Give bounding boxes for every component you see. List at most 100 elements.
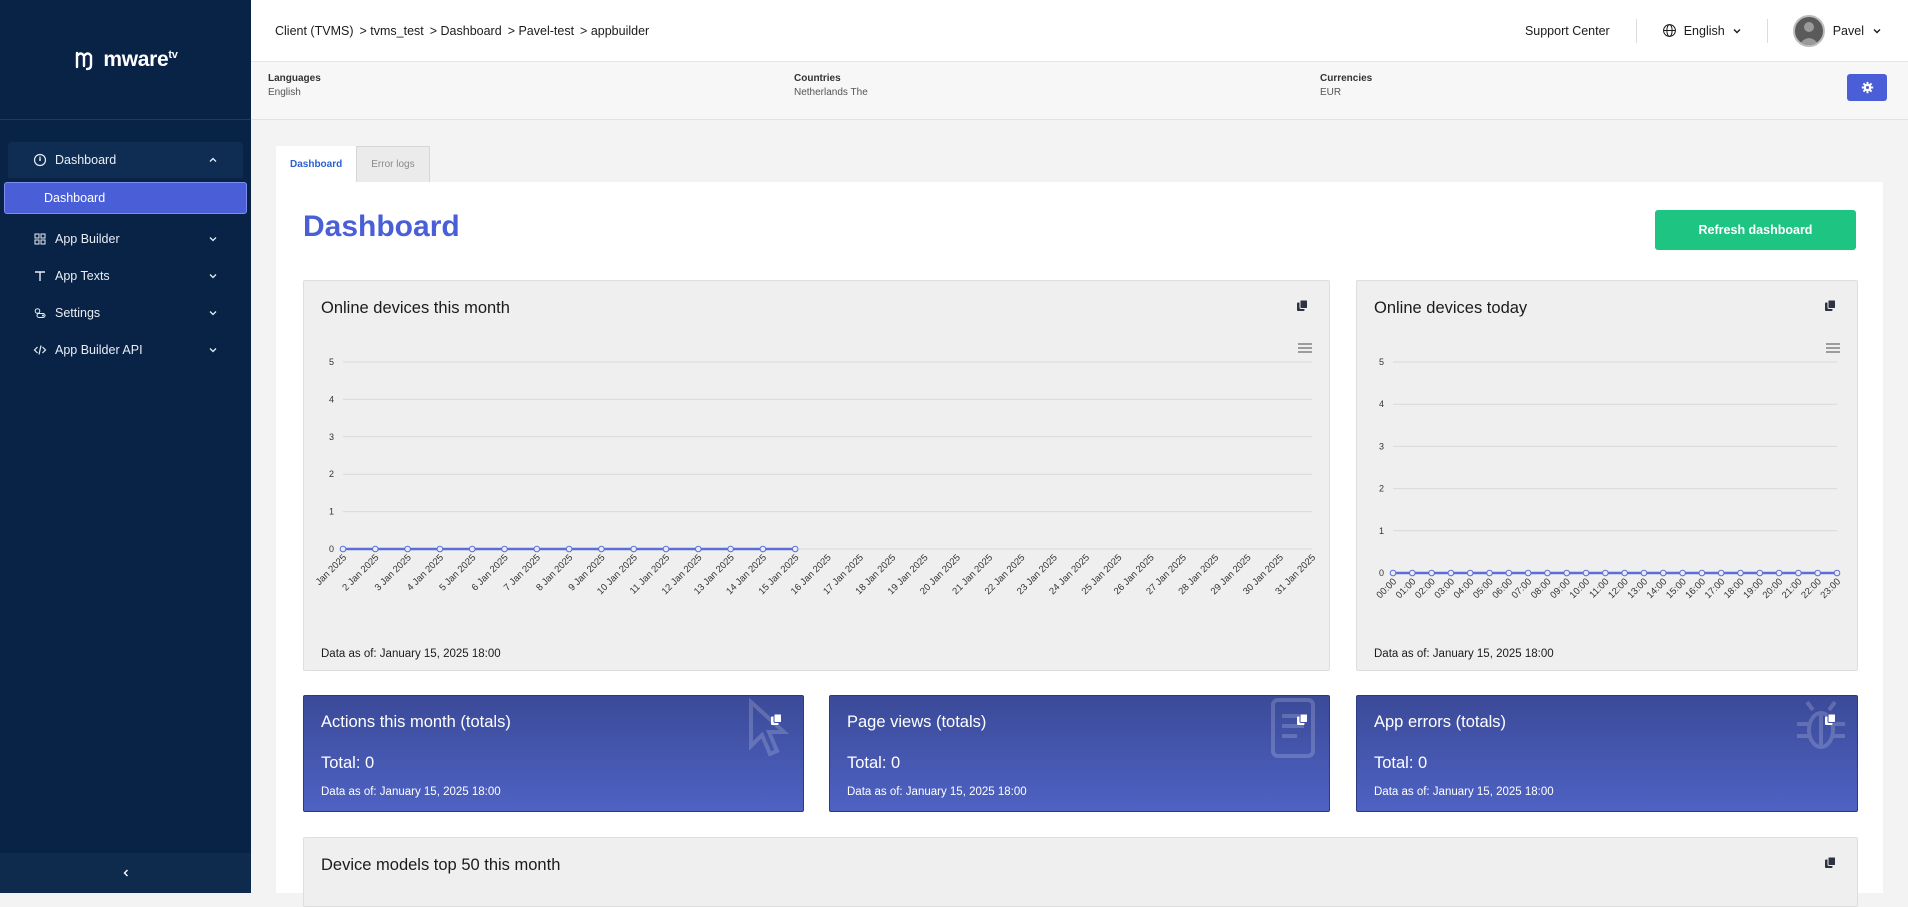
breadcrumb-item[interactable]: > Pavel-test [508, 24, 574, 38]
globe-icon [1662, 24, 1676, 37]
copy-icon[interactable] [1296, 299, 1309, 312]
data-point[interactable] [1466, 569, 1474, 577]
data-point[interactable] [1544, 569, 1551, 577]
data-point[interactable] [598, 545, 605, 553]
sidebar-item-settings[interactable]: Settings [8, 294, 243, 331]
data-point[interactable] [1428, 569, 1435, 577]
data-point[interactable] [1814, 569, 1821, 577]
data-point[interactable] [1505, 569, 1513, 577]
collapse-sidebar-button[interactable] [0, 853, 251, 893]
stat-title: Page views (totals) [847, 713, 987, 731]
y-tick-label: 1 [1379, 526, 1384, 536]
data-point[interactable] [695, 545, 702, 553]
data-point[interactable] [1775, 569, 1783, 577]
x-tick-label: 16:00 [1683, 576, 1708, 601]
copy-icon[interactable] [1824, 299, 1837, 312]
breadcrumb-item[interactable]: Client (TVMS) [275, 24, 353, 38]
sidebar-item-dashboard[interactable]: Dashboard [8, 142, 243, 178]
data-point[interactable] [1833, 569, 1841, 577]
sidebar-item-app-builder-api[interactable]: App Builder API [8, 331, 243, 368]
card-title: Online devices today [1374, 299, 1528, 317]
x-tick-label: 03:00 [1432, 576, 1457, 601]
data-point[interactable] [1447, 569, 1455, 577]
data-point[interactable] [1524, 569, 1532, 577]
divider [1766, 18, 1768, 43]
info-countries: Countries Netherlands The [794, 73, 868, 98]
data-point[interactable] [404, 545, 411, 553]
data-point[interactable] [662, 545, 670, 553]
sidebar-item-label: Dashboard [55, 153, 117, 167]
y-tick-label: 5 [1379, 357, 1384, 367]
data-point[interactable] [1717, 569, 1725, 577]
sidebar-item-app-builder[interactable]: App Builder [8, 220, 243, 257]
stat-title: App errors (totals) [1374, 713, 1507, 731]
stat-total: Total: 0 [1374, 754, 1428, 772]
x-tick-label: 15:00 [1664, 576, 1689, 601]
bug-icon [1797, 700, 1845, 749]
data-point[interactable] [1640, 569, 1648, 577]
copy-icon[interactable] [770, 713, 783, 726]
data-point[interactable] [1698, 569, 1706, 577]
sidebar-subitem-dashboard[interactable]: Dashboard [4, 182, 247, 214]
data-point[interactable] [372, 545, 379, 553]
tab-error-logs[interactable]: Error logs [356, 146, 430, 182]
data-point[interactable] [565, 545, 573, 553]
data-point[interactable] [1679, 569, 1686, 577]
user-menu[interactable]: Pavel [1792, 14, 1882, 47]
data-point[interactable] [533, 545, 541, 553]
breadcrumb-item[interactable]: > tvms_test [359, 24, 423, 38]
x-tick-label: 06:00 [1490, 576, 1515, 601]
tab-dashboard[interactable]: Dashboard [276, 146, 357, 182]
data-point[interactable] [1659, 569, 1667, 577]
data-point[interactable] [759, 545, 767, 553]
data-point[interactable] [1756, 569, 1764, 577]
gear-icon [1861, 81, 1873, 94]
refresh-dashboard-button[interactable]: Refresh dashboard [1655, 210, 1856, 250]
chevron-down-icon [208, 308, 218, 318]
data-point[interactable] [791, 545, 799, 553]
breadcrumb-item[interactable]: > Dashboard [430, 24, 502, 38]
data-point[interactable] [501, 545, 508, 553]
card-title: Device models top 50 this month [321, 856, 561, 874]
data-point[interactable] [1486, 569, 1493, 577]
copy-icon[interactable] [1824, 856, 1837, 869]
x-tick-label: 22:00 [1799, 576, 1824, 601]
divider [1635, 18, 1637, 43]
data-point[interactable] [1621, 569, 1628, 577]
brand-logo[interactable]: mwaretv [0, 0, 251, 120]
grid-icon [33, 232, 47, 246]
copy-icon[interactable] [1824, 713, 1837, 726]
data-point[interactable] [1563, 569, 1571, 577]
x-tick-label: 17:00 [1703, 576, 1728, 601]
data-point[interactable] [1409, 569, 1416, 577]
copy-icon[interactable] [1296, 713, 1309, 726]
language-selector[interactable]: English [1662, 23, 1742, 38]
x-tick-label: 09:00 [1548, 576, 1573, 601]
app-errors-totals-card: App errors (totals) Total: 0 Data as of:… [1356, 695, 1858, 812]
data-point[interactable] [1602, 569, 1609, 577]
data-point[interactable] [1737, 569, 1744, 577]
info-value: Netherlands The [794, 87, 868, 98]
info-label: Languages [268, 73, 321, 84]
info-currencies: Currencies EUR [1320, 73, 1372, 98]
support-center-link[interactable]: Support Center [1525, 24, 1610, 38]
data-point[interactable] [1582, 569, 1590, 577]
breadcrumb-item[interactable]: > appbuilder [580, 24, 649, 38]
data-point[interactable] [727, 545, 734, 553]
data-point[interactable] [468, 545, 476, 553]
online-devices-today-chart: 0 1 2 3 4 5 00:0001:0002:0003:0004:0005:0006:0… [1375, 357, 1844, 601]
chevron-down-icon [208, 234, 218, 244]
x-tick-label: 05:00 [1471, 576, 1496, 601]
data-as-of: Data as of: January 15, 2025 18:00 [321, 648, 501, 660]
data-point[interactable] [1389, 569, 1397, 577]
data-point[interactable] [436, 545, 444, 553]
data-as-of: Data as of: January 15, 2025 18:00 [1374, 648, 1554, 660]
online-devices-month-chart: 012345Jan 20252 Jan 20253 Jan 20254 Jan … [314, 357, 1318, 597]
settings-button[interactable] [1847, 74, 1887, 101]
x-tick-label: 10:00 [1568, 576, 1593, 601]
data-point[interactable] [1795, 569, 1802, 577]
data-point[interactable] [630, 545, 638, 553]
x-tick-label: 02:00 [1413, 576, 1438, 601]
sidebar-item-app-texts[interactable]: App Texts [8, 257, 243, 294]
data-point[interactable] [339, 545, 347, 553]
